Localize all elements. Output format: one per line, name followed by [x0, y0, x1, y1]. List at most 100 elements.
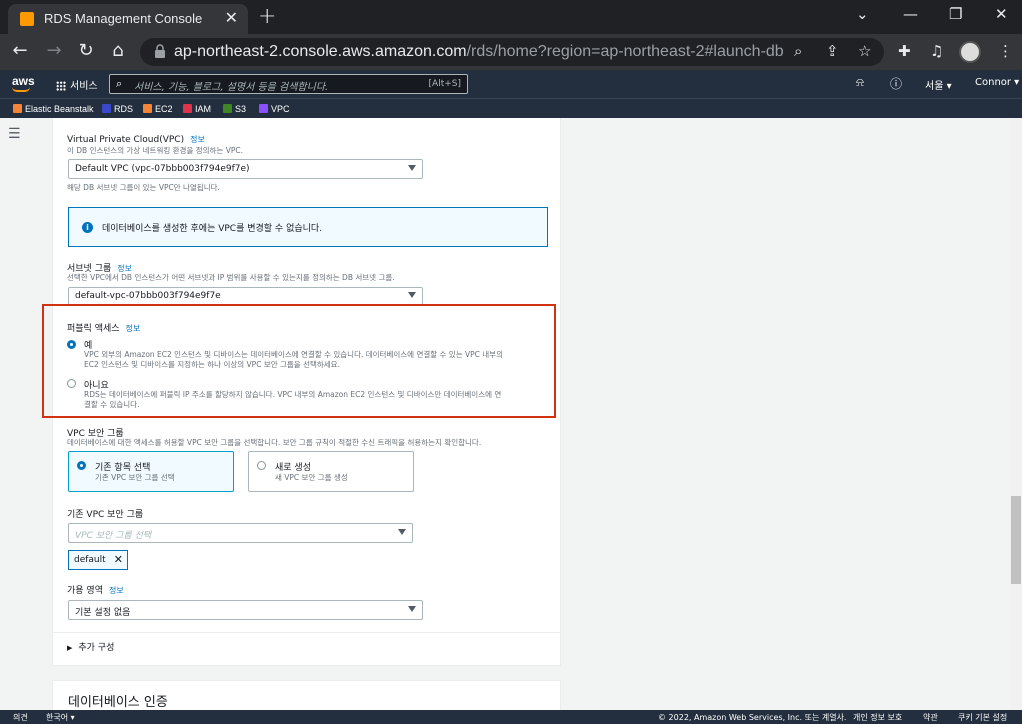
- bookmark-star-icon[interactable]: ☆: [858, 42, 871, 60]
- aws-favicon-icon: [20, 12, 34, 26]
- hamburger-menu-icon[interactable]: ☰: [8, 126, 21, 142]
- caret-down-icon: [408, 292, 416, 298]
- db-auth-heading: 데이터베이스 인증: [68, 695, 168, 710]
- az-select[interactable]: 기본 설정 없음: [68, 600, 423, 620]
- rds-icon: [102, 104, 111, 113]
- services-label: 서비스: [70, 81, 98, 92]
- ec2-icon: [143, 104, 152, 113]
- fav-s3[interactable]: S3: [223, 104, 246, 114]
- search-shortcut: [Alt+S]: [428, 79, 461, 89]
- additional-config-label: 추가 구성: [78, 643, 115, 653]
- window-close-icon[interactable]: ✕: [995, 5, 1008, 23]
- services-menu[interactable]: 서비스: [56, 77, 98, 92]
- footer: 의견 한국어 ▾ © 2022, Amazon Web Services, In…: [0, 710, 1022, 724]
- aws-top-nav: aws 서비스 ⌕ 서비스, 기능, 블로그, 설명서 등을 검색합니다. [A…: [0, 70, 1022, 98]
- vpc-info-link[interactable]: 정보: [190, 135, 205, 144]
- feedback-link[interactable]: 의견: [13, 712, 28, 723]
- fav-label: EC2: [155, 104, 173, 114]
- copyright-text: © 2022, Amazon Web Services, Inc. 또는 계열사…: [658, 713, 847, 722]
- fav-label: S3: [235, 104, 247, 114]
- s3-icon: [223, 104, 232, 113]
- fav-ec2[interactable]: EC2: [143, 104, 173, 114]
- vpc-icon: [259, 104, 268, 113]
- scrollbar-thumb[interactable]: [1011, 496, 1021, 584]
- existing-sg-placeholder: VPC 보안 그룹 선택: [75, 531, 152, 541]
- existing-sg-select[interactable]: VPC 보안 그룹 선택: [68, 523, 413, 543]
- az-info-link[interactable]: 정보: [109, 586, 124, 595]
- region-selector[interactable]: 서울 ▾: [925, 77, 952, 92]
- db-auth-panel: 데이터베이스 인증: [52, 680, 561, 710]
- vpc-select[interactable]: Default VPC (vpc-07bbb003f794e9f7e): [68, 159, 423, 179]
- cookie-preferences-link[interactable]: 쿠키 기본 설정: [958, 712, 1007, 723]
- browser-tab-bar: RDS Management Console ✕ + ⌄ — ❐ ✕: [0, 0, 1022, 34]
- sg-new-radio[interactable]: [257, 461, 266, 470]
- subnet-select[interactable]: default-vpc-07bbb003f794e9f7e: [68, 287, 423, 305]
- language-selector[interactable]: 한국어 ▾: [46, 712, 75, 723]
- extensions-icon[interactable]: ✚: [898, 42, 911, 60]
- fav-vpc[interactable]: VPC: [259, 104, 290, 114]
- media-control-icon[interactable]: ♫: [930, 42, 943, 60]
- browser-tab[interactable]: RDS Management Console ✕: [8, 4, 248, 34]
- tab-search-icon[interactable]: ⌄: [856, 5, 869, 23]
- privacy-link[interactable]: 개인 정보 보호: [853, 712, 902, 723]
- fav-iam[interactable]: IAM: [183, 104, 211, 114]
- search-input[interactable]: ⌕ 서비스, 기능, 블로그, 설명서 등을 검색합니다. [Alt+S]: [109, 74, 468, 94]
- home-icon[interactable]: ⌂: [106, 40, 130, 61]
- additional-config-toggle[interactable]: ▶ 추가 구성: [67, 640, 114, 653]
- sg-existing-label: 기존 항목 선택: [95, 463, 151, 473]
- elastic-beanstalk-icon: [13, 104, 22, 113]
- az-label: 가용 영역 정보: [67, 583, 124, 596]
- user-menu[interactable]: Connor ▾: [975, 77, 1019, 88]
- restore-icon[interactable]: ❐: [949, 5, 962, 23]
- sg-new-option[interactable]: 새로 생성 새 VPC 보안 그룹 생성: [248, 451, 414, 492]
- fav-label: IAM: [195, 104, 212, 114]
- fav-label: VPC: [271, 104, 290, 114]
- existing-sg-label: 기존 VPC 보안 그룹: [67, 510, 144, 520]
- aws-logo[interactable]: aws: [12, 74, 35, 92]
- scrollbar[interactable]: [1010, 118, 1022, 710]
- sg-existing-option[interactable]: 기존 항목 선택 기존 VPC 보안 그룹 선택: [68, 451, 234, 492]
- menu-kebab-icon[interactable]: ⋮: [998, 42, 1013, 60]
- sg-existing-radio[interactable]: [77, 461, 86, 470]
- lock-icon: [155, 44, 165, 58]
- highlight-box: [42, 304, 556, 418]
- share-icon[interactable]: ⇪: [826, 42, 839, 60]
- address-bar[interactable]: ap-northeast-2.console.aws.amazon.com/rd…: [140, 38, 884, 66]
- subnet-description: 선택한 VPC에서 DB 인스턴스가 어떤 서브넷과 IP 범위를 사용할 수 …: [67, 273, 395, 282]
- profile-avatar[interactable]: [959, 41, 981, 63]
- fav-elastic-beanstalk[interactable]: Elastic Beanstalk: [13, 104, 94, 114]
- zoom-search-icon[interactable]: ⌕: [794, 42, 802, 60]
- forward-icon[interactable]: →: [42, 40, 66, 61]
- terms-link[interactable]: 약관: [923, 712, 938, 723]
- info-icon: i: [82, 222, 93, 233]
- caret-down-icon: [408, 606, 416, 612]
- sg-new-label: 새로 생성: [275, 463, 311, 473]
- back-icon[interactable]: ←: [8, 40, 32, 61]
- main-content: ☰ Virtual Private Cloud(VPC) 정보 이 DB 인스턴스…: [0, 118, 1022, 710]
- remove-token-icon[interactable]: ✕: [114, 553, 123, 566]
- sg-token-label: default: [74, 555, 106, 565]
- notifications-bell-icon[interactable]: ⍾: [856, 75, 864, 90]
- close-tab-icon[interactable]: ✕: [225, 8, 238, 27]
- minimize-icon[interactable]: —: [903, 5, 918, 23]
- vpc-description: 이 DB 인스턴스의 가상 네트워킹 환경을 정의하는 VPC.: [67, 146, 243, 155]
- caret-down-icon: [398, 529, 406, 535]
- subnet-select-value: default-vpc-07bbb003f794e9f7e: [75, 291, 221, 301]
- vpc-hint: 해당 DB 서브넷 그룹이 있는 VPC만 나열됩니다.: [67, 183, 220, 192]
- fav-rds[interactable]: RDS: [102, 104, 133, 114]
- reload-icon[interactable]: ↻: [74, 40, 98, 61]
- vpc-info-alert: i 데이터베이스를 생성한 후에는 VPC를 변경할 수 없습니다.: [68, 207, 548, 247]
- help-icon[interactable]: ⓘ: [890, 75, 902, 92]
- az-select-value: 기본 설정 없음: [75, 608, 131, 618]
- url-text: ap-northeast-2.console.aws.amazon.com/rd…: [174, 43, 784, 61]
- fav-label: RDS: [114, 104, 134, 114]
- address-toolbar: ← → ↻ ⌂ ap-northeast-2.console.aws.amazo…: [0, 34, 1022, 70]
- subnet-info-link[interactable]: 정보: [117, 264, 132, 273]
- iam-icon: [183, 104, 192, 113]
- new-tab-icon[interactable]: +: [258, 4, 276, 29]
- url-host: ap-northeast-2.console.aws.amazon.com: [174, 43, 467, 60]
- search-icon: ⌕: [116, 77, 123, 90]
- alert-text: 데이터베이스를 생성한 후에는 VPC를 변경할 수 없습니다.: [102, 224, 323, 234]
- favorites-bar: Elastic Beanstalk RDS EC2 IAM S3 VPC: [0, 98, 1022, 118]
- sg-existing-description: 기존 VPC 보안 그룹 선택: [95, 473, 175, 482]
